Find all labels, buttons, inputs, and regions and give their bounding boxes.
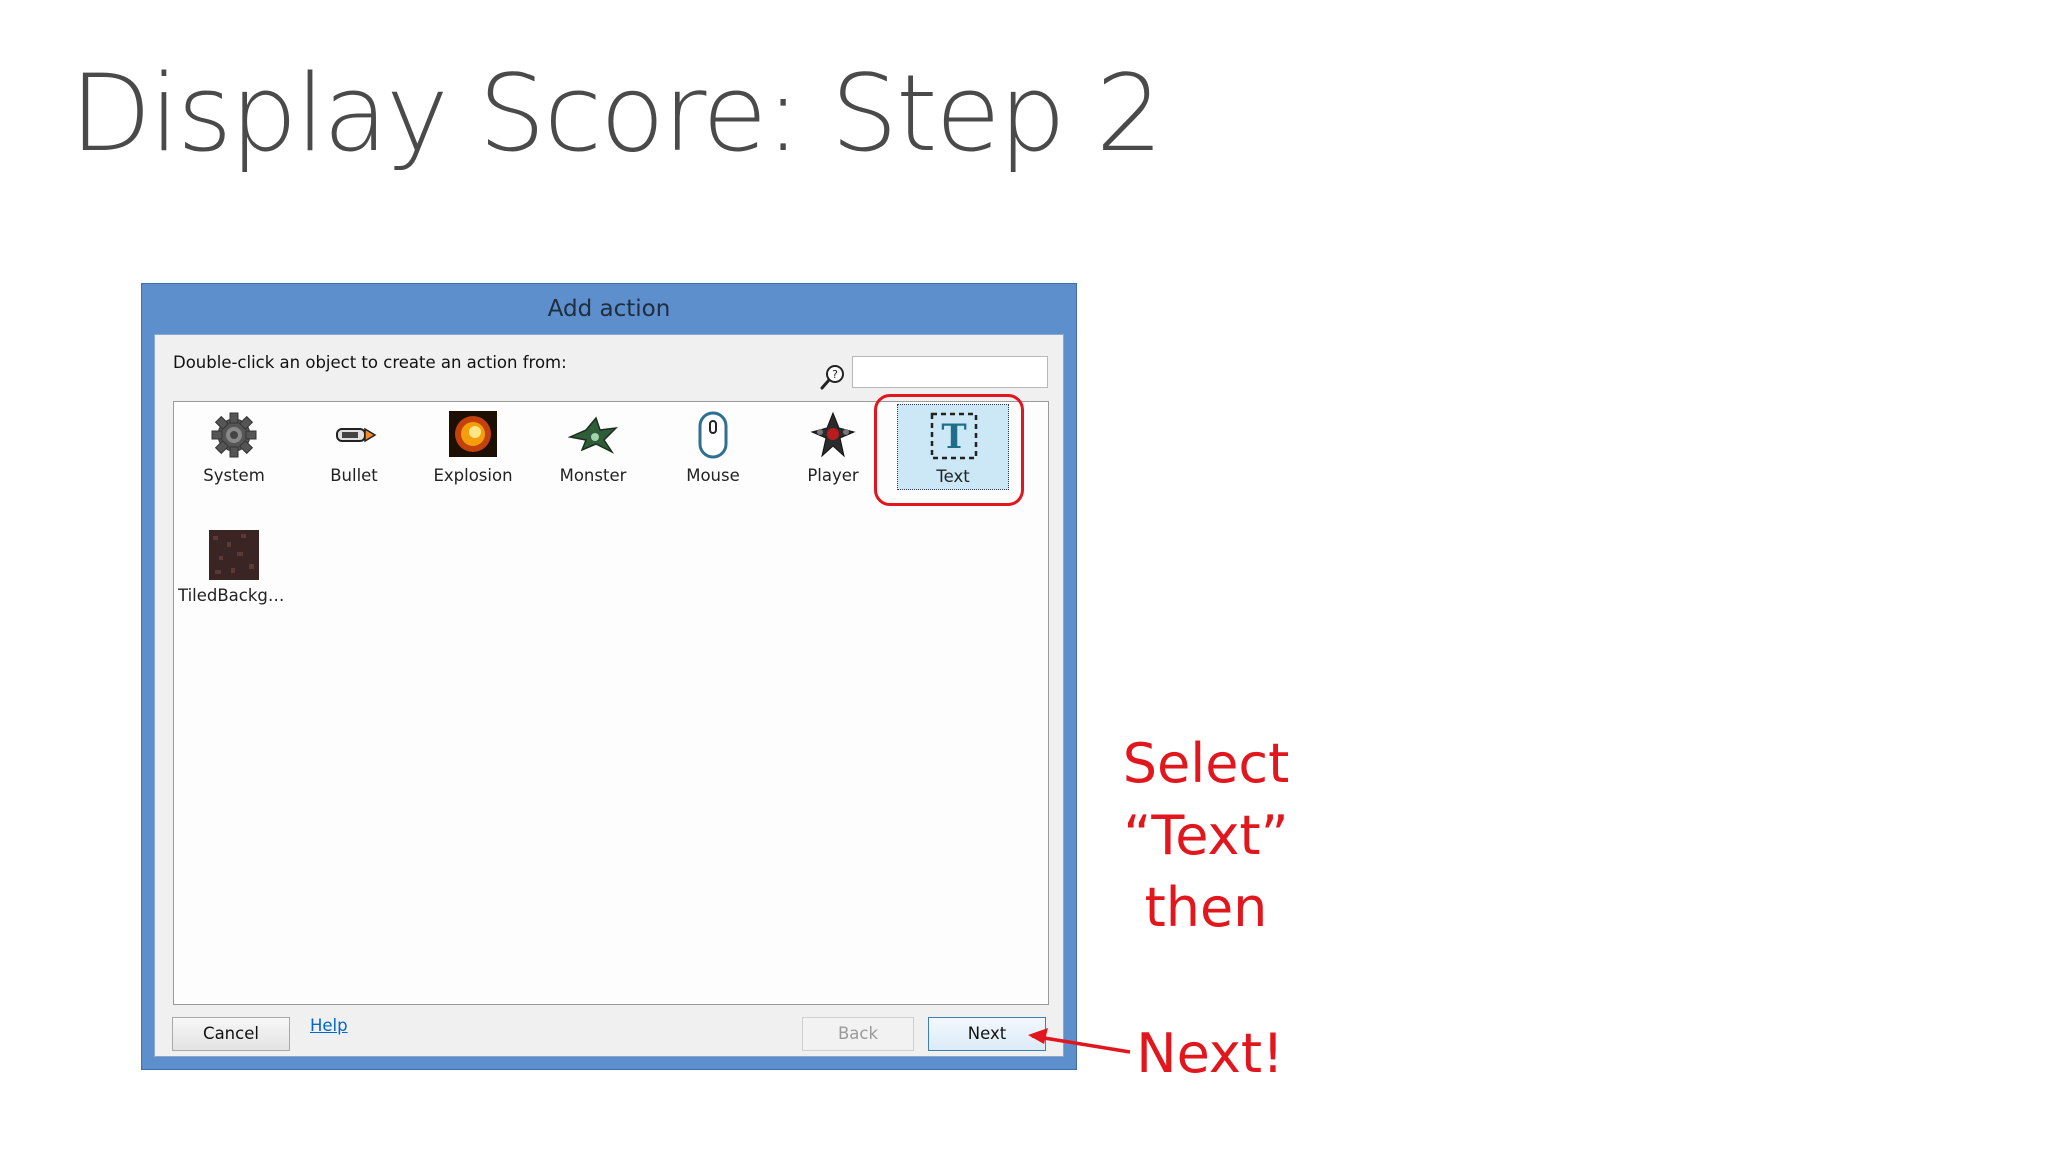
object-monster[interactable]: Monster [537, 404, 649, 490]
slide: Display Score: Step 2 Add action Double-… [0, 0, 2048, 1152]
annotation-line: “Text” [1123, 804, 1289, 867]
annotation-line: Select [1122, 732, 1290, 795]
object-label: Bullet [330, 466, 378, 485]
gear-icon [211, 412, 257, 458]
annotation-select: Select “Text” then [1086, 728, 1326, 944]
svg-text:?: ? [832, 368, 838, 381]
back-button[interactable]: Back [802, 1017, 914, 1051]
object-label: Monster [559, 466, 627, 485]
object-mouse[interactable]: Mouse [657, 404, 769, 490]
object-label: TiledBackgr… [178, 586, 290, 605]
player-icon [810, 411, 856, 458]
annotation-line: then [1144, 876, 1268, 939]
annotation-next: Next! [1136, 1022, 1284, 1085]
object-label: System [203, 466, 265, 485]
highlight-ring [874, 394, 1024, 506]
search-icon: ? [820, 365, 844, 390]
dialog-title: Add action [547, 296, 671, 322]
tiled-background-icon [209, 530, 259, 580]
object-tiled-background[interactable]: TiledBackgr… [178, 524, 290, 610]
cancel-button[interactable]: Cancel [172, 1017, 290, 1051]
instruction-text: Double-click an object to create an acti… [173, 353, 567, 372]
object-label: Mouse [686, 466, 740, 485]
explosion-icon [449, 411, 497, 457]
object-system[interactable]: System [178, 404, 290, 490]
slide-title: Display Score: Step 2 [70, 52, 1163, 175]
help-link[interactable]: Help [310, 1016, 348, 1035]
search-input[interactable] [852, 356, 1048, 388]
object-bullet[interactable]: Bullet [298, 404, 410, 490]
object-label: Explosion [433, 466, 513, 485]
mouse-icon [698, 411, 728, 459]
bullet-icon [336, 427, 377, 443]
monster-icon [568, 416, 618, 454]
object-label: Player [807, 466, 859, 485]
object-explosion[interactable]: Explosion [417, 404, 529, 490]
object-player[interactable]: Player [777, 404, 889, 490]
